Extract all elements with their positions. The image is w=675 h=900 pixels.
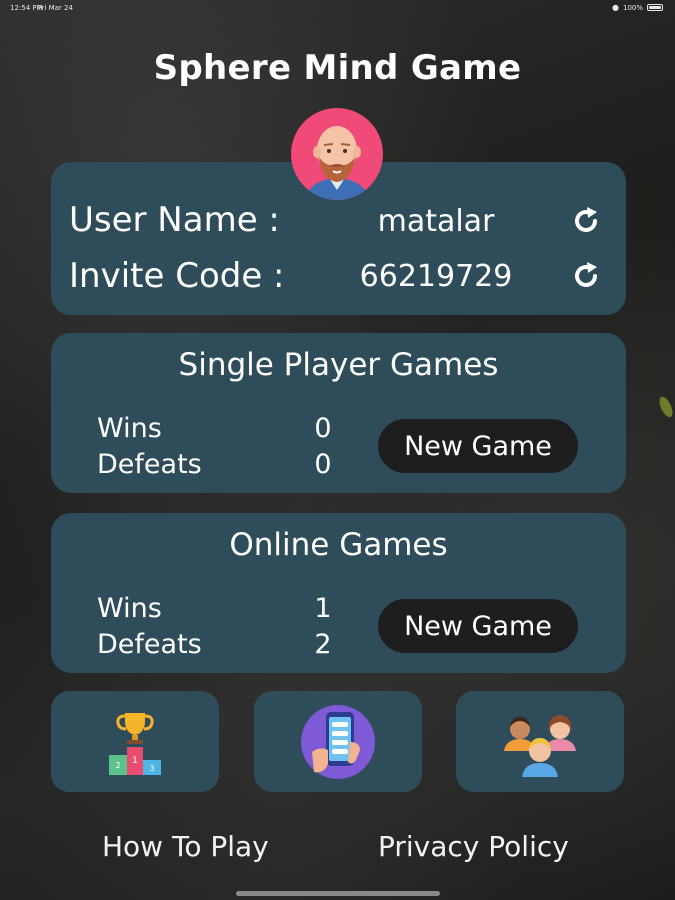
status-right: ● 100% xyxy=(612,3,663,12)
wifi-icon: ● xyxy=(612,3,619,12)
single-wins-value: 0 xyxy=(314,413,332,444)
single-player-card: Single Player Games Wins 0 Defeats 0 New… xyxy=(51,333,626,493)
refresh-invite-code-icon[interactable] xyxy=(569,259,603,293)
status-bar: 12:54 PM Fri Mar 24 ● 100% xyxy=(0,0,675,16)
online-new-game-button[interactable]: New Game xyxy=(378,599,578,653)
single-new-game-button[interactable]: New Game xyxy=(378,419,578,473)
user-name-label: User Name : xyxy=(69,200,280,240)
battery-percent: 100% xyxy=(622,3,643,12)
phone-app-icon xyxy=(301,704,375,779)
avatar[interactable] xyxy=(291,108,383,200)
online-games-title: Online Games xyxy=(229,527,448,563)
battery-icon xyxy=(647,4,663,11)
leaderboard-tile[interactable]: 1 2 3 xyxy=(51,691,219,792)
single-wins-label: Wins xyxy=(97,413,162,444)
svg-text:2: 2 xyxy=(115,761,120,770)
invite-code-label: Invite Code : xyxy=(69,256,285,296)
friends-group-icon xyxy=(504,714,576,777)
online-defeats-value: 2 xyxy=(314,629,332,660)
invite-code-value: 66219729 xyxy=(359,259,513,294)
online-wins-value: 1 xyxy=(314,593,332,624)
avatar-man-icon xyxy=(305,126,369,200)
leaf-decoration xyxy=(656,394,675,420)
app-title: Sphere Mind Game xyxy=(153,48,522,88)
friends-tile[interactable] xyxy=(456,691,624,792)
svg-text:3: 3 xyxy=(149,764,154,773)
online-defeats-label: Defeats xyxy=(97,629,202,660)
privacy-policy-link[interactable]: Privacy Policy xyxy=(378,830,569,863)
online-games-card: Online Games Wins 1 Defeats 2 New Game xyxy=(51,513,626,673)
status-date: Fri Mar 24 xyxy=(38,4,73,12)
single-player-title: Single Player Games xyxy=(178,347,499,383)
user-name-value: matalar xyxy=(377,204,495,239)
home-indicator[interactable] xyxy=(236,891,440,896)
how-to-play-tile[interactable] xyxy=(254,691,422,792)
how-to-play-link[interactable]: How To Play xyxy=(102,830,269,863)
online-wins-label: Wins xyxy=(97,593,162,624)
single-defeats-value: 0 xyxy=(314,449,332,480)
single-defeats-label: Defeats xyxy=(97,449,202,480)
leaderboard-podium-icon: 1 2 3 xyxy=(109,712,161,775)
svg-text:1: 1 xyxy=(132,756,138,766)
refresh-username-icon[interactable] xyxy=(569,204,603,238)
